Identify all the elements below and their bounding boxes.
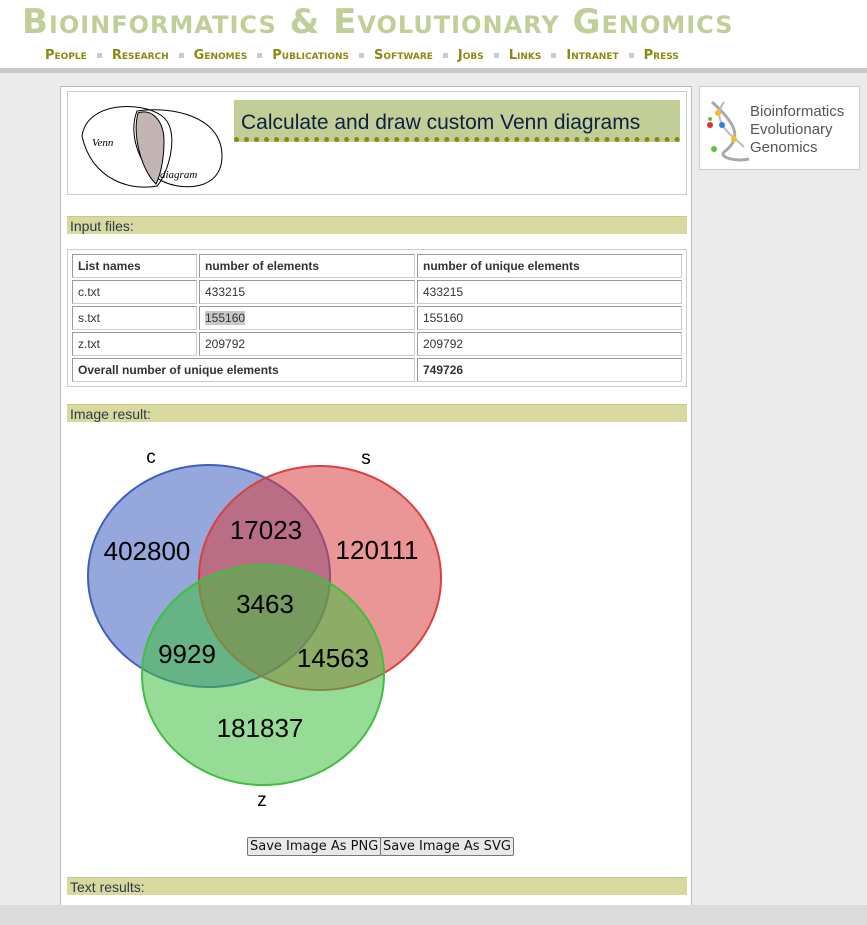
- site-title[interactable]: Bioinformatics & Evolutionary Genomics: [22, 2, 734, 42]
- region-z-only: 181837: [217, 713, 304, 743]
- nav-separator: [178, 53, 184, 58]
- nav-separator: [96, 53, 102, 58]
- nav-separator: [257, 53, 263, 58]
- nav-research[interactable]: Research: [112, 48, 169, 63]
- save-png-button[interactable]: Save Image As PNG: [247, 837, 382, 856]
- dna-logo-icon: [707, 100, 750, 162]
- nav-separator: [551, 53, 557, 58]
- nav-genomes[interactable]: Genomes: [194, 48, 248, 63]
- site-header: Bioinformatics & Evolutionary Genomics P…: [0, 0, 867, 68]
- nav-software[interactable]: Software: [374, 48, 433, 63]
- set-z-label: z: [257, 790, 267, 811]
- region-cz: 9929: [158, 639, 216, 669]
- beg-logo-text: Bioinformatics Evolutionary Genomics: [750, 103, 844, 157]
- nav-separator: [628, 53, 634, 58]
- region-cs: 17023: [230, 515, 302, 545]
- horizontal-scrollbar[interactable]: [0, 905, 867, 925]
- region-sz: 14563: [297, 643, 369, 673]
- logo-line: Genomics: [750, 139, 818, 156]
- region-csz: 3463: [236, 589, 294, 619]
- nav-links[interactable]: Links: [509, 48, 542, 63]
- main-nav: People Research Genomes Publications Sof…: [45, 48, 679, 63]
- nav-intranet[interactable]: Intranet: [566, 48, 618, 63]
- region-s-only: 120111: [336, 535, 419, 565]
- logo-line: Bioinformatics: [750, 103, 845, 120]
- nav-separator: [442, 53, 448, 58]
- beg-logo-box[interactable]: Bioinformatics Evolutionary Genomics: [699, 86, 860, 170]
- venn-diagram: c s z 402800 120111 181837 17023 9929 14…: [87, 447, 442, 811]
- region-c-only: 402800: [104, 536, 191, 566]
- main-panel: Venn diagram Calculate and draw custom V…: [60, 86, 692, 916]
- header-divider: [0, 68, 867, 73]
- nav-separator: [359, 53, 365, 58]
- nav-press[interactable]: Press: [644, 48, 679, 63]
- section-text-results: Text results:: [67, 877, 687, 895]
- nav-separator: [493, 53, 499, 58]
- nav-publications[interactable]: Publications: [272, 48, 349, 63]
- set-s-label: s: [361, 448, 371, 469]
- save-svg-button[interactable]: Save Image As SVG: [380, 837, 514, 856]
- logo-line: Evolutionary: [750, 121, 833, 138]
- set-c-label: c: [146, 447, 156, 468]
- nav-people[interactable]: People: [45, 48, 87, 63]
- nav-jobs[interactable]: Jobs: [458, 48, 484, 63]
